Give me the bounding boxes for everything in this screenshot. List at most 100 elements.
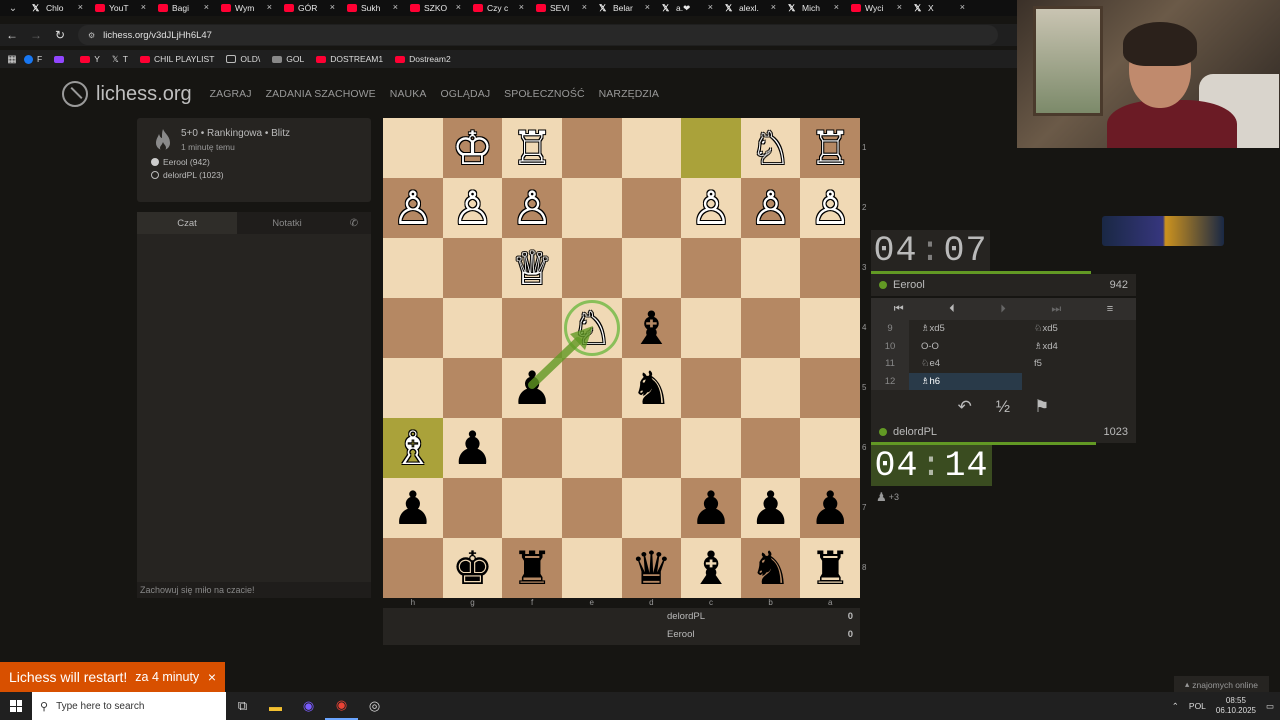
white-rook-icon[interactable]: ♖ (511, 125, 552, 171)
close-tab-icon[interactable]: × (267, 2, 272, 12)
white-pawn-icon[interactable]: ♙ (810, 185, 851, 231)
black-pawn-icon[interactable]: ♟ (452, 425, 493, 471)
square-h8[interactable] (383, 538, 443, 598)
bookmark-item[interactable]: DOSTREAM1 (316, 54, 383, 64)
browser-tab[interactable]: SEVI × (530, 0, 593, 16)
square-h4[interactable] (383, 298, 443, 358)
black-bishop-icon[interactable]: ♝ (631, 305, 672, 351)
browser-tab[interactable]: Czy c × (467, 0, 530, 16)
square-a4[interactable] (800, 298, 860, 358)
browser-tab[interactable]: 𝕏a.❤ × (656, 0, 719, 16)
friends-online-button[interactable]: ▴ znajomych online (1174, 676, 1269, 693)
site-info-icon[interactable]: ⚙ (88, 31, 95, 40)
square-a7[interactable]: ♟ (800, 478, 860, 538)
white-bishop-icon[interactable]: ♗ (392, 425, 433, 471)
tab-notes[interactable]: Notatki (237, 212, 337, 234)
black-rook-icon[interactable]: ♜ (511, 545, 552, 591)
white-king-icon[interactable]: ♔ (452, 125, 493, 171)
takeback-icon[interactable]: ↶ (958, 397, 972, 417)
close-icon[interactable]: × (208, 669, 216, 685)
square-h2[interactable]: ♙ (383, 178, 443, 238)
browser-app-icon[interactable]: ◉ (292, 692, 325, 720)
first-move-icon[interactable]: ⏮ (894, 303, 904, 316)
bookmark-item[interactable] (54, 55, 68, 63)
white-move[interactable]: ♗h6 (909, 372, 1022, 390)
white-knight-icon[interactable]: ♘ (750, 125, 791, 171)
square-b1[interactable]: ♘ (740, 118, 801, 178)
close-tab-icon[interactable]: × (582, 2, 587, 12)
black-pawn-icon[interactable]: ♟ (511, 365, 552, 411)
bookmark-item[interactable]: Dostream2 (395, 54, 451, 64)
voice-call-icon[interactable]: ✆ (337, 212, 371, 234)
black-player-entry[interactable]: delordPL (1023) (151, 170, 357, 180)
square-f7[interactable] (502, 478, 562, 538)
square-f6[interactable] (502, 418, 562, 478)
black-bishop-icon[interactable]: ♝ (690, 545, 731, 591)
black-pawn-icon[interactable]: ♟ (750, 485, 791, 531)
bookmark-item[interactable]: GOL (272, 54, 304, 64)
taskbar-clock[interactable]: 08:55 06.10.2025 (1216, 696, 1256, 716)
resign-flag-icon[interactable]: ⚑ (1034, 397, 1049, 417)
task-view-icon[interactable]: ⧉ (226, 692, 259, 720)
square-a2[interactable]: ♙ (800, 178, 860, 238)
square-d2[interactable] (621, 178, 682, 238)
close-tab-icon[interactable]: × (141, 2, 146, 12)
square-e2[interactable] (561, 178, 622, 238)
square-d3[interactable] (621, 238, 682, 298)
close-tab-icon[interactable]: × (393, 2, 398, 12)
square-h3[interactable] (383, 238, 443, 298)
square-f1[interactable]: ♖ (502, 118, 562, 178)
black-move[interactable] (1022, 373, 1135, 391)
close-tab-icon[interactable]: × (834, 2, 839, 12)
browser-tab[interactable]: 𝕏 X × (908, 0, 971, 16)
black-move[interactable]: ♘xd5 (1022, 320, 1135, 338)
square-b3[interactable] (740, 238, 801, 298)
chat-input[interactable]: Zachowuj się miło na czacie! (137, 582, 371, 598)
nav-item[interactable]: ZADANIA SZACHOWE (266, 88, 376, 100)
browser-tab[interactable]: SZKO × (404, 0, 467, 16)
square-d5[interactable]: ♞ (621, 358, 682, 418)
black-pawn-icon[interactable]: ♟ (810, 485, 851, 531)
notifications-icon[interactable]: ▭ (1266, 701, 1274, 712)
lichess-logo-icon[interactable] (62, 81, 88, 107)
offer-draw-icon[interactable]: ½ (996, 397, 1010, 417)
close-tab-icon[interactable]: × (897, 2, 902, 12)
close-tab-icon[interactable]: × (330, 2, 335, 12)
white-rook-icon[interactable]: ♖ (810, 125, 851, 171)
black-rook-icon[interactable]: ♜ (810, 545, 851, 591)
square-e3[interactable] (561, 238, 622, 298)
square-a3[interactable] (800, 238, 860, 298)
black-queen-icon[interactable]: ♛ (631, 545, 672, 591)
nav-item[interactable]: NARZĘDZIA (599, 88, 659, 100)
square-a1[interactable]: ♖ (800, 118, 860, 178)
square-e8[interactable] (561, 538, 622, 598)
bookmark-item[interactable]: 𝕏T (112, 54, 128, 65)
square-f2[interactable]: ♙ (502, 178, 562, 238)
square-b8[interactable]: ♞ (740, 538, 801, 598)
bookmark-item[interactable]: Y (80, 54, 100, 64)
square-c6[interactable] (681, 418, 741, 478)
white-move[interactable]: ♘e4 (909, 355, 1022, 373)
square-b2[interactable]: ♙ (740, 178, 801, 238)
player-line[interactable]: delordPL 1023 (871, 421, 1136, 443)
square-e4[interactable]: ♘ (561, 298, 622, 358)
white-pawn-icon[interactable]: ♙ (392, 185, 433, 231)
square-g6[interactable]: ♟ (442, 418, 503, 478)
apps-grid-icon[interactable]: ▦ (0, 48, 24, 70)
square-g3[interactable] (442, 238, 503, 298)
square-e5[interactable] (561, 358, 622, 418)
browser-tab[interactable]: 𝕏 Mich × (782, 0, 845, 16)
square-a6[interactable] (800, 418, 860, 478)
square-c8[interactable]: ♝ (681, 538, 741, 598)
square-c3[interactable] (681, 238, 741, 298)
browser-tab[interactable]: 𝕏 Belar × (593, 0, 656, 16)
square-a8[interactable]: ♜ (800, 538, 860, 598)
black-pawn-icon[interactable]: ♟ (690, 485, 731, 531)
black-knight-icon[interactable]: ♞ (750, 545, 791, 591)
square-h5[interactable] (383, 358, 443, 418)
square-f5[interactable]: ♟ (502, 358, 562, 418)
windows-start-icon[interactable] (0, 692, 32, 720)
opponent-player-line[interactable]: Eerool 942 (871, 274, 1136, 296)
square-h1[interactable] (383, 118, 443, 178)
url-field[interactable]: ⚙ lichess.org/v3dJLjHh6L47 (78, 25, 998, 45)
